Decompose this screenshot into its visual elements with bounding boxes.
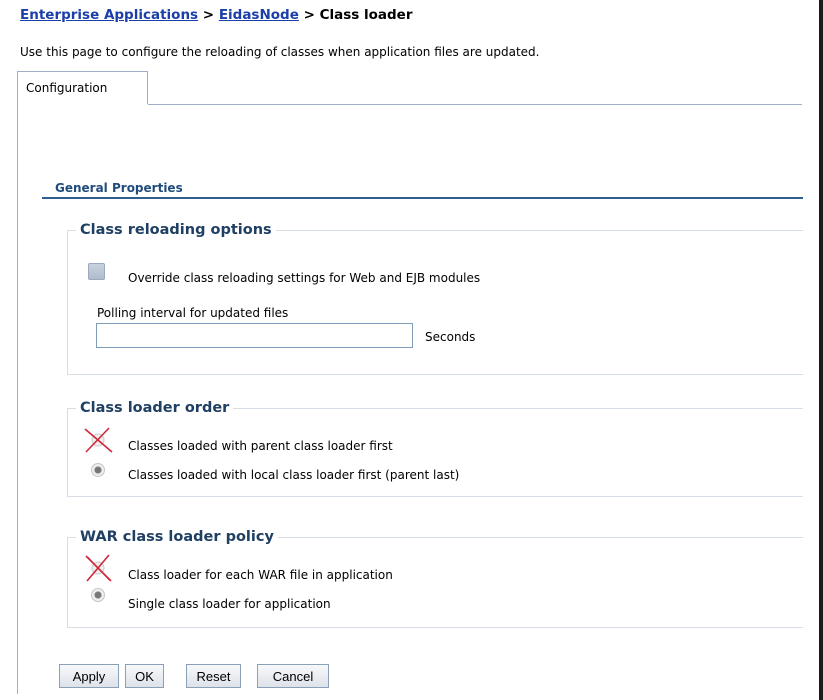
apply-button[interactable]: Apply xyxy=(59,664,119,688)
breadcrumb-current: Class loader xyxy=(319,7,413,23)
cross-out-mark-icon xyxy=(85,554,112,582)
tab-label: Configuration xyxy=(26,81,108,95)
tab-panel-border xyxy=(17,104,18,694)
breadcrumb-link-enterprise-applications[interactable]: Enterprise Applications xyxy=(20,7,198,23)
local-first-option-label: Classes loaded with local class loader f… xyxy=(128,468,460,482)
class-reloading-options-legend: Class reloading options xyxy=(80,222,272,238)
polling-interval-label: Polling interval for updated files xyxy=(97,306,289,320)
page-description: Use this page to configure the reloading… xyxy=(20,45,540,59)
cancel-button[interactable]: Cancel xyxy=(257,664,329,688)
general-properties-title: General Properties xyxy=(55,181,183,195)
radio-local-first[interactable] xyxy=(91,463,105,477)
seconds-unit-label: Seconds xyxy=(425,330,476,344)
window-frame-edge xyxy=(819,0,823,700)
single-loader-option-label: Single class loader for application xyxy=(128,597,331,611)
parent-first-option-label: Classes loaded with parent class loader … xyxy=(128,439,393,453)
breadcrumb: Enterprise Applications > EidasNode > Cl… xyxy=(20,7,413,23)
class-loader-order-legend: Class loader order xyxy=(80,400,230,416)
each-war-option-label: Class loader for each WAR file in applic… xyxy=(128,568,393,582)
override-reloading-label: Override class reloading settings for We… xyxy=(128,271,481,285)
class-reloading-options-group: Class reloading options xyxy=(67,222,803,375)
radio-single-class-loader[interactable] xyxy=(91,588,105,602)
war-class-loader-policy-legend: WAR class loader policy xyxy=(80,529,274,545)
tab-divider xyxy=(148,104,802,105)
cross-out-mark-icon xyxy=(84,427,113,453)
override-reloading-checkbox[interactable] xyxy=(88,263,105,280)
section-divider xyxy=(42,197,803,199)
ok-button[interactable]: OK xyxy=(125,664,164,688)
tab-configuration[interactable]: Configuration xyxy=(17,71,148,104)
reset-button[interactable]: Reset xyxy=(186,664,241,688)
breadcrumb-separator: > xyxy=(198,7,219,23)
polling-interval-input[interactable] xyxy=(96,323,413,348)
breadcrumb-separator: > xyxy=(298,7,320,23)
breadcrumb-link-eidasnode[interactable]: EidasNode xyxy=(219,7,299,23)
